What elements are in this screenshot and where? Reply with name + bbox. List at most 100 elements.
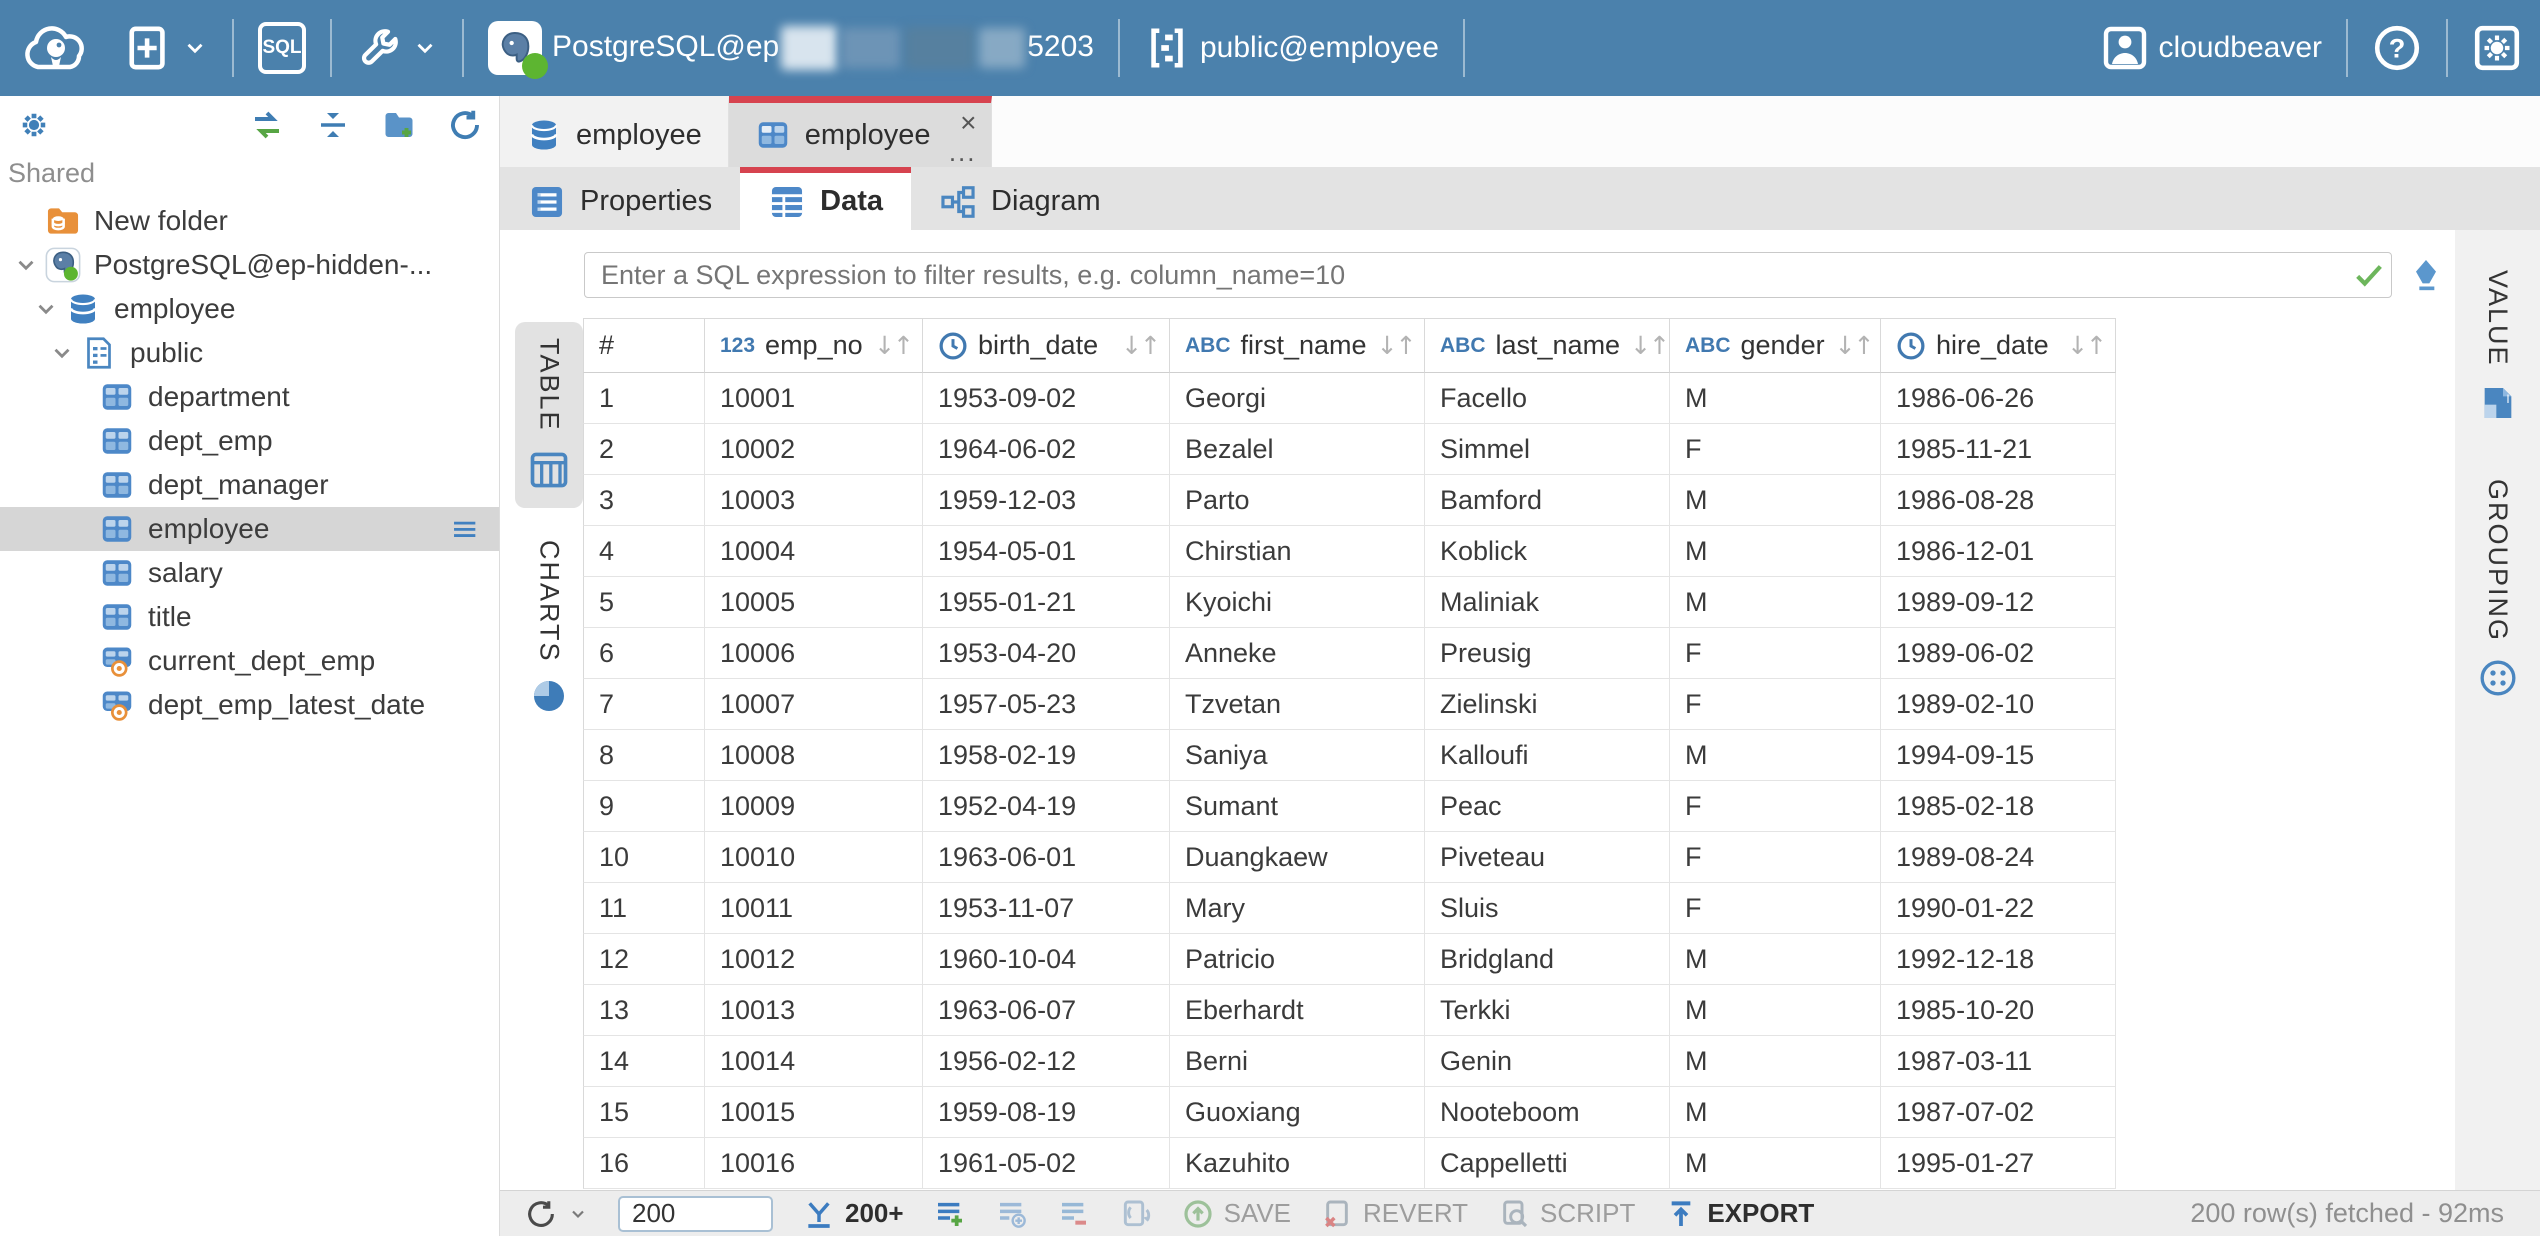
data-cell[interactable]: 1961-05-02 [923,1138,1170,1189]
data-cell[interactable]: 1953-04-20 [923,628,1170,679]
data-cell[interactable]: Bridgland [1425,934,1670,985]
data-cell[interactable]: Maliniak [1425,577,1670,628]
data-cell[interactable]: 10014 [705,1036,923,1087]
row-number-cell[interactable]: 3 [583,475,705,526]
tree-item-dept-manager[interactable]: dept_manager [0,463,499,507]
row-number-cell[interactable]: 10 [583,832,705,883]
column-header-[interactable]: # [583,318,705,373]
sort-arrows-icon[interactable]: ↓↑ [874,331,912,360]
data-cell[interactable]: F [1670,424,1881,475]
sort-arrows-icon[interactable]: ↓↑ [2067,331,2105,360]
fetch-more-button[interactable]: 200+ [803,1198,904,1230]
data-cell[interactable]: Terkki [1425,985,1670,1036]
data-cell[interactable]: 10007 [705,679,923,730]
revert-button[interactable]: REVERT [1321,1198,1468,1230]
data-cell[interactable]: Genin [1425,1036,1670,1087]
tree-item-employee[interactable]: employee [0,287,499,331]
data-cell[interactable]: 1985-10-20 [1881,985,2116,1036]
schema-selector[interactable]: public@employee [1126,0,1457,96]
data-cell[interactable]: 1989-09-12 [1881,577,2116,628]
tree-item-dept-emp[interactable]: dept_emp [0,419,499,463]
data-cell[interactable]: 10005 [705,577,923,628]
data-cell[interactable]: Guoxiang [1170,1087,1425,1138]
duplicate-row-button[interactable] [996,1198,1028,1230]
data-cell[interactable]: 10013 [705,985,923,1036]
add-row-button[interactable] [934,1198,966,1230]
collapse-all-button[interactable] [315,107,351,143]
script-button[interactable]: SCRIPT [1498,1198,1635,1230]
data-cell[interactable]: 10004 [705,526,923,577]
data-cell[interactable]: 1985-11-21 [1881,424,2116,475]
app-logo[interactable] [0,0,108,96]
data-cell[interactable]: 1959-12-03 [923,475,1170,526]
close-tab-button[interactable]: × [960,109,976,137]
data-cell[interactable]: 1954-05-01 [923,526,1170,577]
data-cell[interactable]: M [1670,934,1881,985]
column-header-hire-date[interactable]: hire_date↓↑ [1881,318,2116,373]
data-cell[interactable]: 10015 [705,1087,923,1138]
data-cell[interactable]: 1953-09-02 [923,373,1170,424]
link-with-editor-button[interactable] [249,107,285,143]
row-number-cell[interactable]: 11 [583,883,705,934]
apply-filter-button[interactable] [2347,258,2391,292]
data-cell[interactable]: 1957-05-23 [923,679,1170,730]
auto-refresh-doc-button[interactable] [1120,1198,1152,1230]
data-cell[interactable]: M [1670,1138,1881,1189]
row-number-cell[interactable]: 2 [583,424,705,475]
row-number-cell[interactable]: 9 [583,781,705,832]
data-cell[interactable]: Peac [1425,781,1670,832]
data-cell[interactable]: 1960-10-04 [923,934,1170,985]
row-number-cell[interactable]: 8 [583,730,705,781]
data-cell[interactable]: 10001 [705,373,923,424]
data-cell[interactable]: 1986-08-28 [1881,475,2116,526]
filter-input[interactable] [585,260,2347,291]
tree-item-new-folder[interactable]: New folder [0,199,499,243]
row-number-cell[interactable]: 6 [583,628,705,679]
data-cell[interactable]: 1992-12-18 [1881,934,2116,985]
data-cell[interactable]: M [1670,475,1881,526]
refresh-result-button[interactable] [524,1197,588,1231]
data-cell[interactable]: 10009 [705,781,923,832]
data-cell[interactable]: Koblick [1425,526,1670,577]
data-cell[interactable]: M [1670,730,1881,781]
data-cell[interactable]: 10006 [705,628,923,679]
data-cell[interactable]: M [1670,373,1881,424]
tree-item-salary[interactable]: salary [0,551,499,595]
export-button[interactable]: EXPORT [1665,1198,1814,1230]
data-cell[interactable]: 1989-06-02 [1881,628,2116,679]
data-cell[interactable]: Facello [1425,373,1670,424]
save-button[interactable]: SAVE [1182,1198,1291,1230]
data-cell[interactable]: Preusig [1425,628,1670,679]
data-cell[interactable]: 1959-08-19 [923,1087,1170,1138]
sort-arrows-icon[interactable]: ↓↑ [1377,331,1415,360]
column-header-gender[interactable]: ABCgender↓↑ [1670,318,1881,373]
driver-tools-button[interactable] [338,0,456,96]
tab-properties[interactable]: Properties [500,167,740,230]
row-number-cell[interactable]: 16 [583,1138,705,1189]
row-number-cell[interactable]: 5 [583,577,705,628]
data-cell[interactable]: Chirstian [1170,526,1425,577]
data-cell[interactable]: 1956-02-12 [923,1036,1170,1087]
refresh-tree-button[interactable] [447,107,483,143]
tree-expand-chevron-icon[interactable] [44,340,80,366]
data-cell[interactable]: 10012 [705,934,923,985]
row-number-cell[interactable]: 12 [583,934,705,985]
data-cell[interactable]: Anneke [1170,628,1425,679]
data-cell[interactable]: Duangkaew [1170,832,1425,883]
data-cell[interactable]: 1986-12-01 [1881,526,2116,577]
tree-expand-chevron-icon[interactable] [28,296,64,322]
data-cell[interactable]: 1953-11-07 [923,883,1170,934]
clear-filter-button[interactable] [2406,255,2446,295]
data-cell[interactable]: Georgi [1170,373,1425,424]
data-cell[interactable]: Bamford [1425,475,1670,526]
column-header-emp-no[interactable]: 123emp_no↓↑ [705,318,923,373]
delete-row-button[interactable] [1058,1198,1090,1230]
data-cell[interactable]: 1955-01-21 [923,577,1170,628]
data-cell[interactable]: Cappelletti [1425,1138,1670,1189]
data-cell[interactable]: 10010 [705,832,923,883]
data-cell[interactable]: 1989-08-24 [1881,832,2116,883]
data-cell[interactable]: 10002 [705,424,923,475]
presentation-left-tab-table[interactable]: TABLE [515,322,583,508]
data-cell[interactable]: Saniya [1170,730,1425,781]
sidebar-settings-button[interactable] [16,107,52,143]
